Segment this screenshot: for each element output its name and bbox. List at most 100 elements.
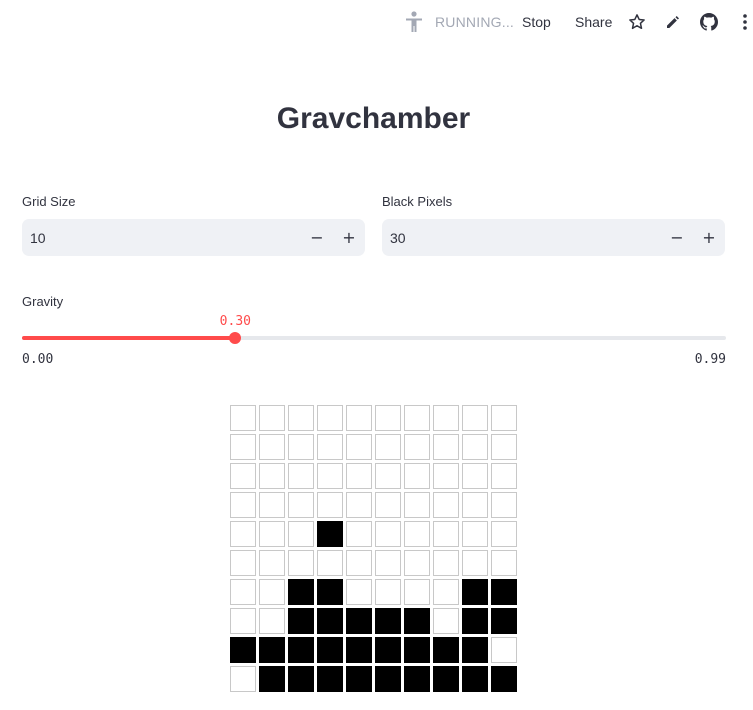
white-pixel-cell [259, 434, 285, 460]
white-pixel-cell [346, 492, 372, 518]
black-pixel-cell [375, 666, 401, 692]
white-pixel-cell [433, 550, 459, 576]
black-pixel-cell [346, 666, 372, 692]
white-pixel-cell [433, 463, 459, 489]
white-pixel-cell [230, 492, 256, 518]
white-pixel-cell [433, 521, 459, 547]
white-pixel-cell [375, 434, 401, 460]
black-pixel-cell [259, 637, 285, 663]
white-pixel-cell [230, 405, 256, 431]
black-pixel-cell [317, 666, 343, 692]
white-pixel-cell [433, 579, 459, 605]
running-person-icon [402, 0, 426, 44]
white-pixel-cell [404, 463, 430, 489]
white-pixel-cell [259, 463, 285, 489]
white-pixel-cell [288, 492, 314, 518]
stop-button[interactable]: Stop [522, 0, 551, 44]
white-pixel-cell [491, 637, 517, 663]
white-pixel-cell [346, 521, 372, 547]
white-pixel-cell [433, 405, 459, 431]
black-pixels-label: Black Pixels [382, 194, 453, 209]
github-icon[interactable] [699, 0, 719, 44]
share-button[interactable]: Share [575, 0, 612, 44]
black-pixel-cell [462, 637, 488, 663]
gravity-value-label: 0.30 [219, 314, 251, 329]
black-pixel-cell [288, 579, 314, 605]
white-pixel-cell [462, 492, 488, 518]
white-pixel-cell [317, 434, 343, 460]
white-pixel-cell [317, 550, 343, 576]
white-pixel-cell [288, 550, 314, 576]
white-pixel-cell [491, 463, 517, 489]
white-pixel-cell [259, 550, 285, 576]
black-pixel-cell [288, 608, 314, 634]
gravity-label: Gravity [22, 294, 64, 309]
white-pixel-cell [230, 434, 256, 460]
white-pixel-cell [317, 405, 343, 431]
white-pixel-cell [433, 434, 459, 460]
black-pixel-cell [375, 637, 401, 663]
gravity-slider-track[interactable] [22, 332, 726, 344]
black-pixel-cell [404, 608, 430, 634]
black-pixel-cell [491, 579, 517, 605]
white-pixel-cell [346, 463, 372, 489]
black-pixel-cell [259, 666, 285, 692]
black-pixels-number-input: − + [382, 219, 725, 256]
white-pixel-cell [317, 463, 343, 489]
black-pixels-input[interactable] [382, 219, 661, 256]
pencil-icon[interactable] [663, 0, 683, 44]
white-pixel-cell [404, 434, 430, 460]
grid-size-number-input: − + [22, 219, 365, 256]
grid-size-label: Grid Size [22, 194, 76, 209]
white-pixel-cell [259, 521, 285, 547]
black-pixel-cell [230, 637, 256, 663]
black-pixels-increment-button[interactable]: + [693, 219, 725, 256]
white-pixel-cell [288, 463, 314, 489]
white-pixel-cell [462, 405, 488, 431]
white-pixel-cell [230, 579, 256, 605]
black-pixel-cell [491, 666, 517, 692]
app-toolbar: RUNNING... Stop Share [0, 0, 753, 44]
gravity-slider-thumb[interactable] [229, 332, 242, 344]
white-pixel-cell [375, 405, 401, 431]
white-pixel-cell [375, 521, 401, 547]
white-pixel-cell [462, 550, 488, 576]
white-pixel-cell [404, 521, 430, 547]
black-pixel-cell [317, 637, 343, 663]
white-pixel-cell [288, 434, 314, 460]
grid-size-decrement-button[interactable]: − [301, 219, 333, 256]
white-pixel-cell [491, 434, 517, 460]
white-pixel-cell [404, 579, 430, 605]
white-pixel-cell [259, 608, 285, 634]
black-pixel-cell [462, 579, 488, 605]
black-pixel-cell [433, 666, 459, 692]
white-pixel-cell [491, 492, 517, 518]
grid-size-increment-button[interactable]: + [333, 219, 365, 256]
gravity-max-label: 0.99 [694, 352, 726, 367]
grid-size-input[interactable] [22, 219, 301, 256]
white-pixel-cell [491, 550, 517, 576]
gravity-slider-fill [22, 336, 236, 340]
white-pixel-cell [346, 405, 372, 431]
white-pixel-cell [433, 492, 459, 518]
black-pixel-cell [317, 579, 343, 605]
white-pixel-cell [230, 463, 256, 489]
black-pixels-decrement-button[interactable]: − [661, 219, 693, 256]
black-pixel-cell [375, 608, 401, 634]
white-pixel-cell [491, 521, 517, 547]
black-pixel-cell [288, 666, 314, 692]
white-pixel-cell [433, 608, 459, 634]
white-pixel-cell [491, 405, 517, 431]
white-pixel-cell [288, 521, 314, 547]
star-icon[interactable] [627, 0, 647, 44]
black-pixel-cell [346, 637, 372, 663]
black-pixel-cell [462, 608, 488, 634]
white-pixel-cell [230, 666, 256, 692]
white-pixel-cell [259, 405, 285, 431]
white-pixel-cell [404, 405, 430, 431]
kebab-menu-icon[interactable] [737, 0, 753, 44]
white-pixel-cell [462, 521, 488, 547]
white-pixel-cell [259, 492, 285, 518]
black-pixel-cell [288, 637, 314, 663]
white-pixel-cell [375, 550, 401, 576]
